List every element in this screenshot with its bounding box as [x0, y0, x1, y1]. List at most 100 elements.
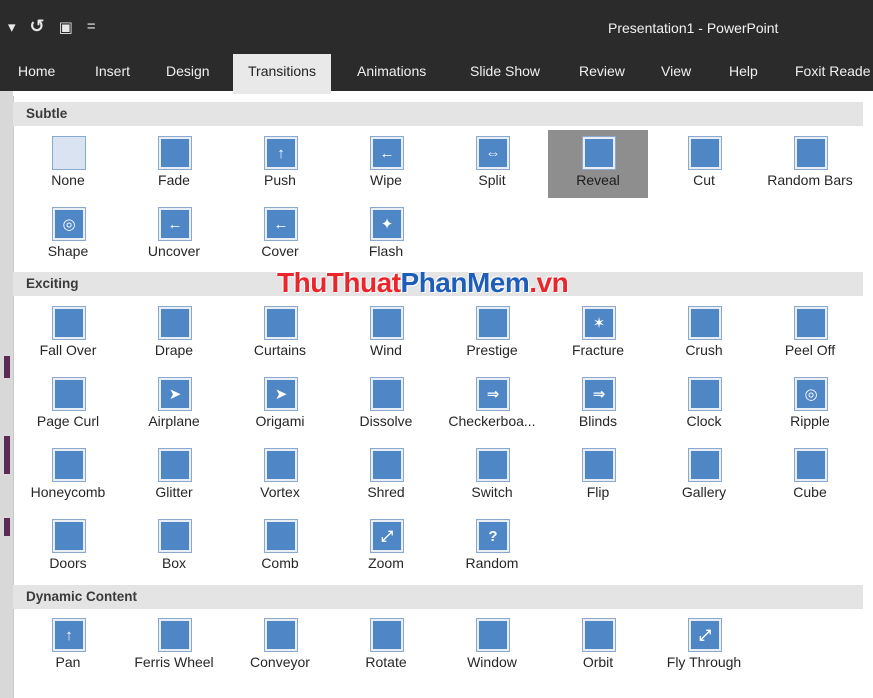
ripple-icon: ◎ — [794, 377, 828, 411]
transition-airplane[interactable]: ➤ Airplane — [124, 371, 224, 439]
icon-fill — [161, 522, 189, 550]
transition-dissolve[interactable]: Dissolve — [336, 371, 436, 439]
icon-glyph: ➤ — [168, 386, 182, 403]
transition-curtains[interactable]: Curtains — [230, 300, 330, 368]
transition-uncover[interactable]: ← Uncover — [124, 201, 224, 269]
transition-pan[interactable]: ↑ Pan — [18, 612, 118, 680]
tab-design[interactable]: Design — [166, 54, 210, 91]
transition-label: Curtains — [253, 342, 307, 358]
icon-fill — [373, 380, 401, 408]
random-bars-icon — [794, 136, 828, 170]
none-icon — [52, 136, 86, 170]
transition-vortex[interactable]: Vortex — [230, 442, 330, 510]
icon-glyph: ← — [167, 215, 183, 233]
transition-label: Box — [161, 555, 187, 571]
transition-random[interactable]: ? Random — [442, 513, 542, 581]
transition-crush[interactable]: Crush — [654, 300, 754, 368]
icon-fill — [585, 139, 613, 167]
customize-toolbar-icon[interactable]: = — [87, 18, 96, 35]
transition-window[interactable]: Window — [442, 612, 542, 680]
icon-glyph: ◎ — [804, 386, 818, 403]
watermark-part-3: .vn — [529, 267, 569, 298]
icon-fill — [267, 309, 295, 337]
transition-random-bars[interactable]: Random Bars — [760, 130, 860, 198]
transition-wind[interactable]: Wind — [336, 300, 436, 368]
transition-label: Zoom — [368, 555, 404, 571]
tab-view[interactable]: View — [661, 54, 691, 91]
transition-origami[interactable]: ➤ Origami — [230, 371, 330, 439]
transition-box[interactable]: Box — [124, 513, 224, 581]
tab-home[interactable]: Home — [18, 54, 55, 91]
transition-prestige[interactable]: Prestige — [442, 300, 542, 368]
transition-drape[interactable]: Drape — [124, 300, 224, 368]
push-icon: ↑ — [264, 136, 298, 170]
transition-shred[interactable]: Shred — [336, 442, 436, 510]
tab-review[interactable]: Review — [579, 54, 625, 91]
transition-label: Cover — [261, 243, 299, 259]
watermark-part-1: ThuThuat — [277, 267, 401, 298]
icon-fill — [691, 309, 719, 337]
tab-foxit-reader[interactable]: Foxit Reade — [795, 54, 870, 91]
icon-fill — [691, 139, 719, 167]
transition-checkerboard[interactable]: ⇒ Checkerboa... — [442, 371, 542, 439]
transition-label: Push — [264, 172, 296, 188]
tab-animations[interactable]: Animations — [357, 54, 426, 91]
transition-comb[interactable]: Comb — [230, 513, 330, 581]
transition-honeycomb[interactable]: Honeycomb — [18, 442, 118, 510]
transition-blinds[interactable]: ⇒ Blinds — [548, 371, 648, 439]
transition-gallery[interactable]: Gallery — [654, 442, 754, 510]
transition-fall-over[interactable]: Fall Over — [18, 300, 118, 368]
transition-wipe[interactable]: ← Wipe — [336, 130, 436, 198]
blinds-icon: ⇒ — [582, 377, 616, 411]
comb-icon — [264, 519, 298, 553]
present-from-beginning-icon[interactable]: ▣ — [59, 18, 73, 36]
transition-reveal[interactable]: Reveal — [548, 130, 648, 198]
transition-conveyor[interactable]: Conveyor — [230, 612, 330, 680]
transition-rotate[interactable]: Rotate — [336, 612, 436, 680]
transition-label: Cut — [693, 172, 715, 188]
undo-icon[interactable]: ↺ — [30, 16, 45, 37]
transition-label: Fracture — [571, 342, 625, 358]
tab-transitions[interactable]: Transitions — [233, 54, 331, 94]
icon-glyph: ➤ — [274, 386, 288, 403]
transition-label: Random Bars — [767, 172, 853, 188]
transition-page-curl[interactable]: Page Curl — [18, 371, 118, 439]
transition-clock[interactable]: Clock — [654, 371, 754, 439]
tab-insert[interactable]: Insert — [95, 54, 130, 91]
transition-orbit[interactable]: Orbit — [548, 612, 648, 680]
peel-off-icon — [794, 306, 828, 340]
random-icon: ? — [476, 519, 510, 553]
transition-zoom[interactable]: ⤢ Zoom — [336, 513, 436, 581]
transition-fly-through[interactable]: ⤢ Fly Through — [654, 612, 754, 680]
transition-doors[interactable]: Doors — [18, 513, 118, 581]
transition-label: Glitter — [155, 484, 193, 500]
watermark-part-2: PhanMem — [400, 267, 530, 298]
transition-peel-off[interactable]: Peel Off — [760, 300, 860, 368]
transition-push[interactable]: ↑ Push — [230, 130, 330, 198]
transition-label: Ferris Wheel — [134, 654, 214, 670]
transition-split[interactable]: ⇔ Split — [442, 130, 542, 198]
transition-cover[interactable]: ← Cover — [230, 201, 330, 269]
customize-qat-arrow-icon[interactable]: ▾ — [8, 18, 16, 36]
transition-fracture[interactable]: ✶ Fracture — [548, 300, 648, 368]
transition-ferris-wheel[interactable]: Ferris Wheel — [124, 612, 224, 680]
icon-fill — [55, 380, 83, 408]
transition-flip[interactable]: Flip — [548, 442, 648, 510]
wipe-icon: ← — [370, 136, 404, 170]
tab-help[interactable]: Help — [729, 54, 758, 91]
transition-glitter[interactable]: Glitter — [124, 442, 224, 510]
tab-slide-show[interactable]: Slide Show — [470, 54, 540, 91]
crush-icon — [688, 306, 722, 340]
transition-cut[interactable]: Cut — [654, 130, 754, 198]
transition-switch[interactable]: Switch — [442, 442, 542, 510]
transition-flash[interactable]: ✦ Flash — [336, 201, 436, 269]
shred-icon — [370, 448, 404, 482]
transition-ripple[interactable]: ◎ Ripple — [760, 371, 860, 439]
transition-cube[interactable]: Cube — [760, 442, 860, 510]
transition-none[interactable]: None — [18, 130, 118, 198]
transition-shape[interactable]: ◎ Shape — [18, 201, 118, 269]
ferris-wheel-icon — [158, 618, 192, 652]
transition-label: Prestige — [466, 342, 518, 358]
transition-fade[interactable]: Fade — [124, 130, 224, 198]
icon-fill — [479, 621, 507, 649]
